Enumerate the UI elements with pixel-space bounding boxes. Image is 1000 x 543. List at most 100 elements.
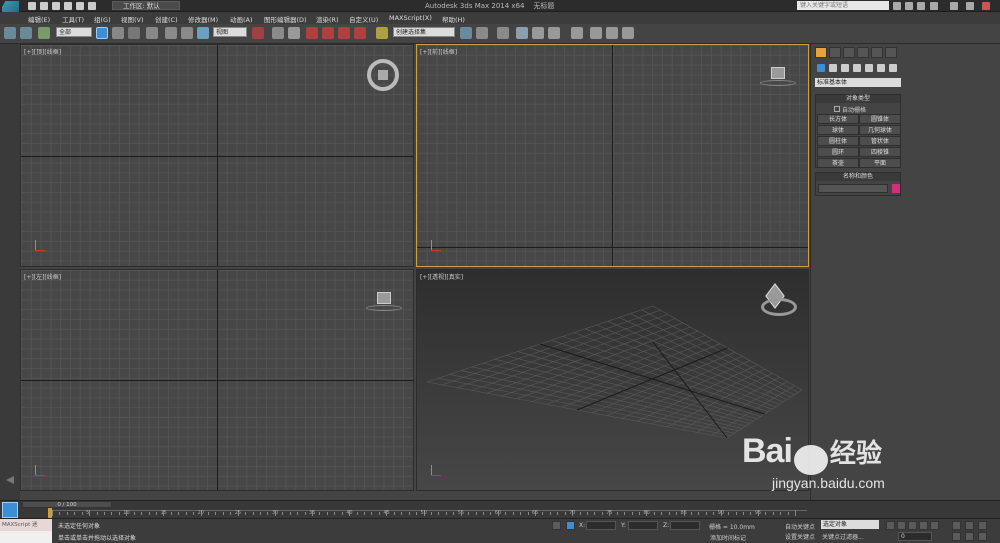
edit-named-sel-icon[interactable] <box>376 27 388 39</box>
display-tab-icon[interactable] <box>871 47 883 58</box>
pyramid-button[interactable]: 四棱锥 <box>859 147 901 157</box>
lights-icon[interactable] <box>841 64 849 72</box>
viewport-front[interactable]: [+][前][线框] <box>416 44 809 267</box>
shapes-icon[interactable] <box>829 64 837 72</box>
bind-space-warp-icon[interactable] <box>38 27 50 39</box>
goto-end-icon[interactable] <box>930 521 939 530</box>
help-icon[interactable] <box>930 2 938 10</box>
viewport-label[interactable]: [+][顶][线框] <box>24 47 61 56</box>
space-warps-icon[interactable] <box>877 64 885 72</box>
render-setup-icon[interactable] <box>590 27 602 39</box>
motion-tab-icon[interactable] <box>857 47 869 58</box>
cylinder-button[interactable]: 圆柱体 <box>817 136 859 146</box>
maximize-icon[interactable] <box>966 2 974 10</box>
rendered-frame-icon[interactable] <box>606 27 618 39</box>
torus-button[interactable]: 圆环 <box>817 147 859 157</box>
named-selection-set-dropdown[interactable]: 创建选择集 <box>393 27 455 37</box>
spinner-snap-icon[interactable] <box>354 27 366 39</box>
viewport-label[interactable]: [+][左][线框] <box>24 272 61 281</box>
minimize-icon[interactable] <box>950 2 958 10</box>
add-time-tag[interactable]: 添加时间标记 <box>710 533 746 542</box>
expand-arrow-icon[interactable] <box>6 476 14 484</box>
open-file-icon[interactable] <box>40 2 48 10</box>
viewport-label[interactable]: [+][前][线框] <box>420 47 457 56</box>
info-icon[interactable] <box>917 2 925 10</box>
reference-coord-dropdown[interactable]: 视图 <box>213 27 247 37</box>
tube-button[interactable]: 管状体 <box>859 136 901 146</box>
viewport-left[interactable]: [+][左][线框] <box>20 269 414 491</box>
rollout-header[interactable]: 名称和颜色 <box>816 173 900 181</box>
sphere-button[interactable]: 球体 <box>817 125 859 135</box>
rotate-icon[interactable] <box>181 27 193 39</box>
undo-icon[interactable] <box>64 2 72 10</box>
viewport-label[interactable]: [+][透视][真实] <box>420 272 463 281</box>
next-frame-icon[interactable] <box>919 521 928 530</box>
menu-customize[interactable]: 自定义(U) <box>349 14 378 24</box>
layer-manager-icon[interactable] <box>497 27 509 39</box>
viewcube-icon[interactable] <box>367 59 399 91</box>
snap-toggle-icon[interactable] <box>306 27 318 39</box>
viewcube-icon[interactable] <box>377 292 391 304</box>
timeline[interactable]: 0 / 100 5 10 15 20 25 30 35 40 45 50 55 60 65 70 75 80 8… <box>0 500 1000 518</box>
menu-help[interactable]: 帮助(H) <box>442 14 465 24</box>
menu-create[interactable]: 创建(C) <box>155 14 178 24</box>
close-icon[interactable] <box>982 2 990 10</box>
box-button[interactable]: 长方体 <box>817 114 859 124</box>
rect-selection-icon[interactable] <box>128 27 140 39</box>
save-file-icon[interactable] <box>52 2 60 10</box>
select-object-icon[interactable] <box>96 27 108 39</box>
lock-icon[interactable] <box>552 521 561 530</box>
pan-icon[interactable] <box>965 532 974 541</box>
workspace-dropdown[interactable]: 工作区: 默认 <box>112 1 180 10</box>
menu-rendering[interactable]: 渲染(R) <box>316 14 339 24</box>
autogrid-checkbox[interactable]: 自动栅格 <box>834 105 866 114</box>
current-frame-field[interactable]: 0 <box>898 532 932 541</box>
goto-start-icon[interactable] <box>886 521 895 530</box>
selected-dropdown[interactable]: 选定对象 <box>821 520 879 529</box>
object-name-field[interactable] <box>818 184 888 193</box>
new-file-icon[interactable] <box>28 2 36 10</box>
viewport-layout-icon[interactable] <box>2 502 18 518</box>
help-star-icon[interactable] <box>905 2 913 10</box>
render-teapot-icon[interactable] <box>622 27 634 39</box>
angle-snap-icon[interactable] <box>322 27 334 39</box>
menu-maxscript[interactable]: MAXScript(X) <box>389 14 432 22</box>
geosphere-button[interactable]: 几何球体 <box>859 125 901 135</box>
selection-filter-dropdown[interactable]: 全部 <box>56 27 92 37</box>
plane-button[interactable]: 平面 <box>859 158 901 168</box>
select-by-name-icon[interactable] <box>112 27 124 39</box>
y-coord-field[interactable] <box>628 521 658 530</box>
menu-views[interactable]: 视图(V) <box>121 14 144 24</box>
category-dropdown[interactable]: 标准基本体 <box>815 78 901 87</box>
binoculars-icon[interactable] <box>893 2 901 10</box>
geometry-icon[interactable] <box>817 64 825 72</box>
absolute-mode-icon[interactable] <box>566 521 575 530</box>
setkey-label[interactable]: 设置关键点 <box>785 532 815 541</box>
redo-icon[interactable] <box>76 2 84 10</box>
time-slider[interactable]: 0 / 100 <box>22 501 112 508</box>
keyboard-shortcut-icon[interactable] <box>288 27 300 39</box>
cameras-icon[interactable] <box>853 64 861 72</box>
menu-group[interactable]: 组(G) <box>94 14 111 24</box>
scale-icon[interactable] <box>197 27 209 39</box>
maximize-viewport-icon[interactable] <box>978 532 987 541</box>
object-color-swatch[interactable] <box>892 184 900 193</box>
menu-modifiers[interactable]: 修改器(M) <box>188 14 218 24</box>
material-editor-icon[interactable] <box>571 27 583 39</box>
unlink-icon[interactable] <box>20 27 32 39</box>
window-crossing-icon[interactable] <box>146 27 158 39</box>
maxscript-input[interactable] <box>0 531 52 543</box>
graphite-tools-icon[interactable] <box>516 27 528 39</box>
zoom-icon[interactable] <box>952 521 961 530</box>
menu-edit[interactable]: 编辑(E) <box>28 14 50 24</box>
mirror-icon[interactable] <box>460 27 472 39</box>
cone-button[interactable]: 圆锥体 <box>859 114 901 124</box>
percent-snap-icon[interactable] <box>338 27 350 39</box>
z-coord-field[interactable] <box>670 521 700 530</box>
search-input[interactable]: 键入关键字或短语 <box>797 1 889 10</box>
move-icon[interactable] <box>165 27 177 39</box>
menu-graph-editors[interactable]: 图形编辑器(D) <box>264 14 307 24</box>
hold-icon[interactable] <box>88 2 96 10</box>
helpers-icon[interactable] <box>865 64 873 72</box>
hierarchy-tab-icon[interactable] <box>843 47 855 58</box>
